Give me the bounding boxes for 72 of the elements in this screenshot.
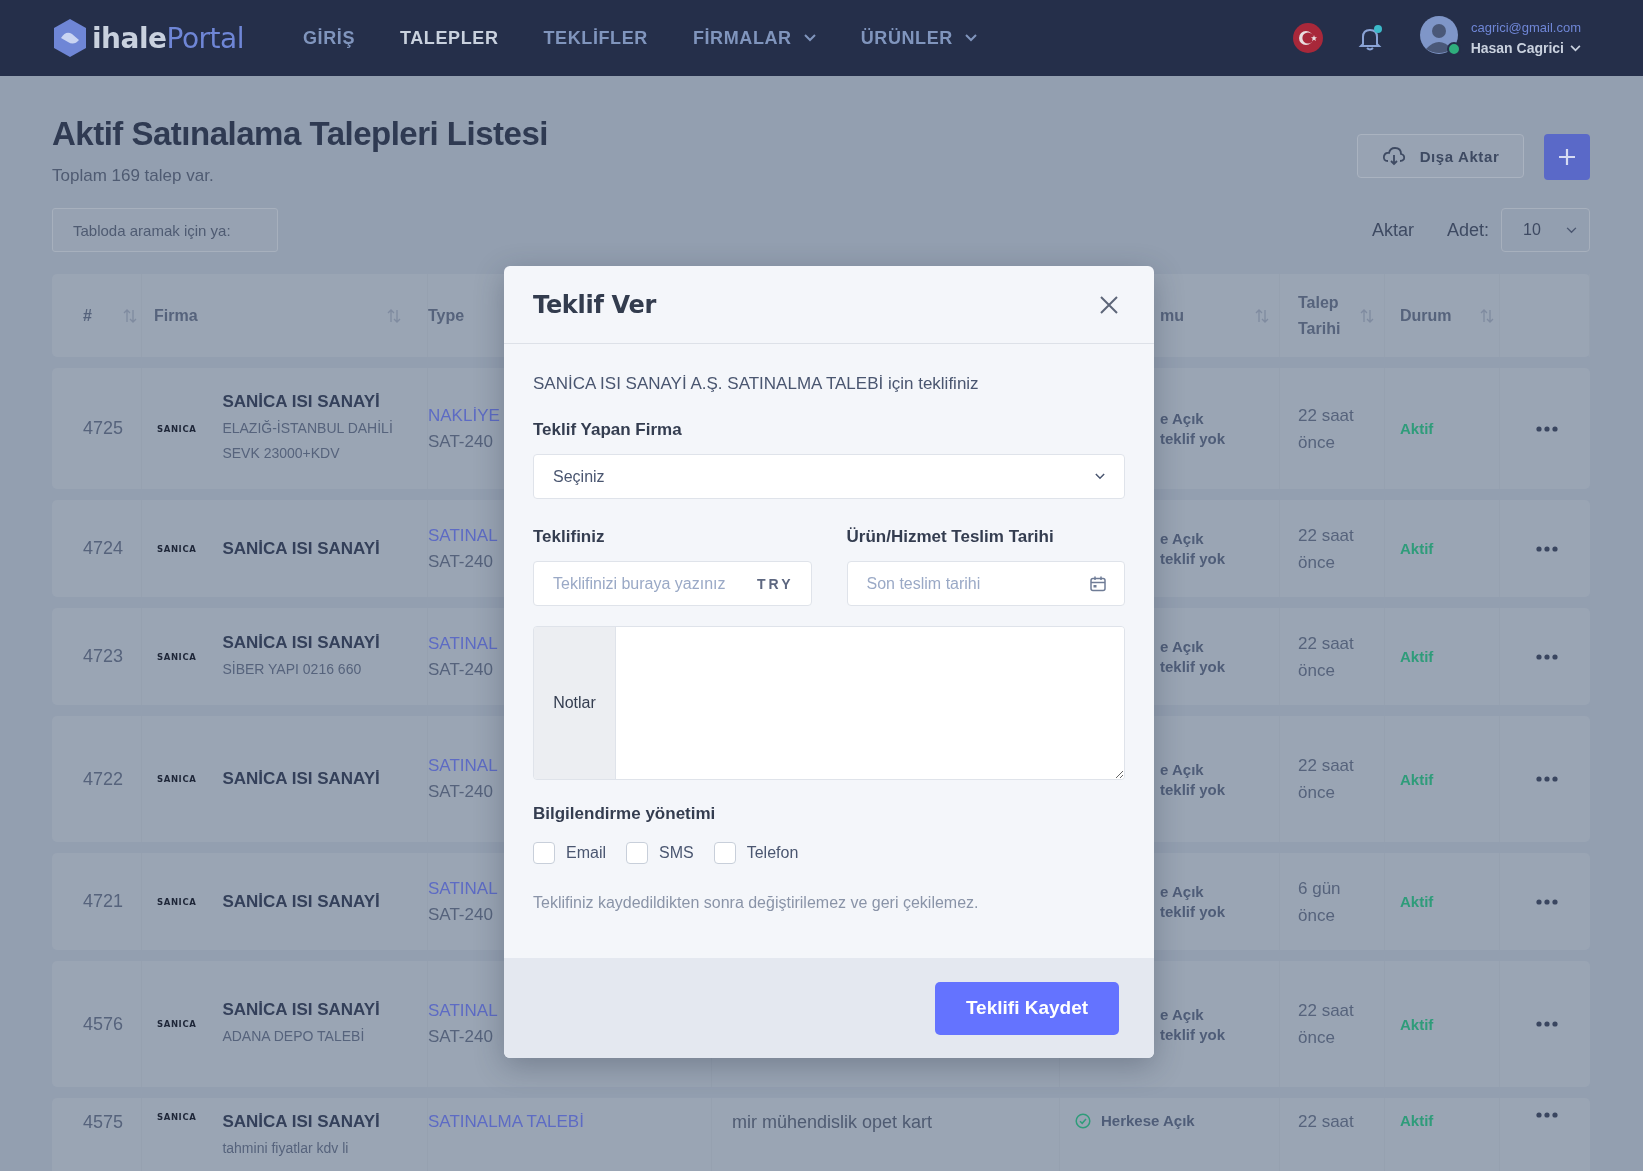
company-name: SANİCA ISI SANAYİ [222, 891, 381, 912]
company-logo: SANICA [157, 1112, 197, 1123]
dialog-title: Teklif Ver [533, 290, 657, 319]
request-code: SAT-240 [428, 659, 493, 680]
company-logo: SANICA [157, 651, 197, 662]
request-count: Toplam 169 talep var. [52, 166, 215, 187]
currency-label: TRY [757, 575, 794, 592]
offer-status: e Açık [1160, 1005, 1204, 1023]
offer-status: e Açık [1160, 410, 1204, 428]
offer-status: teklif yok [1160, 1025, 1226, 1043]
field-label: Teklifiniz [533, 527, 606, 547]
company-logo: SANICA [157, 423, 197, 434]
status-text: Aktif [1400, 420, 1434, 438]
user-email: cagrici@gmail.com [1471, 20, 1581, 35]
table-cell: 4575 [83, 1112, 124, 1134]
request-description: mir mühendislik opet kart [732, 1112, 933, 1134]
request-date: 22 saat önce [1298, 524, 1355, 574]
request-date: 22 saat önce [1298, 1000, 1355, 1050]
offer-status: e Açık [1160, 760, 1204, 778]
table-cell: 4724 [83, 538, 124, 560]
request-date: 22 saat önce [1298, 404, 1355, 454]
offer-status: teklif yok [1160, 658, 1226, 676]
offer-status: teklif yok [1160, 430, 1226, 448]
offer-status: teklif yok [1160, 550, 1226, 568]
status-text: Aktif [1400, 770, 1434, 788]
request-date: 22 saat [1298, 1111, 1355, 1134]
status-text: Aktif [1400, 893, 1434, 911]
request-note: ELAZIĞ-İSTANBUL DAHİLİ SEVK 23000+KDV [222, 419, 394, 463]
company-name: SANİCA ISI SANAYİ [222, 392, 381, 413]
table-cell: 4722 [83, 768, 124, 790]
request-code: SAT-240 [428, 904, 493, 925]
dialog-intro: SANİCA ISI SANAYİ A.Ş. SATINALMA TALEBİ için teklifiniz [533, 374, 980, 394]
offer-status: e Açık [1160, 530, 1204, 548]
field-label: Teklif Yapan Firma [533, 420, 683, 440]
company-logo: SANICA [157, 1019, 197, 1030]
request-code: SAT-240 [428, 1027, 493, 1048]
table-cell: 4723 [83, 646, 124, 668]
status-text: Aktif [1400, 648, 1434, 666]
request-date: 6 gün önce [1298, 877, 1342, 927]
company-logo: SANICA [157, 774, 197, 785]
company-logo: SANICA [157, 543, 197, 554]
request-code: SAT-240 [428, 431, 493, 452]
table-cell: 4576 [83, 1013, 124, 1035]
offer-status: teklif yok [1160, 903, 1226, 921]
offer-status: e Açık [1160, 883, 1204, 901]
company-name: SANİCA ISI SANAYİ [222, 1000, 381, 1021]
request-note: ADANA DEPO TALEBİ [222, 1027, 366, 1047]
table-cell: 4721 [83, 891, 124, 913]
request-code: SAT-240 [428, 551, 493, 572]
company-name: SANİCA ISI SANAYİ [222, 538, 381, 559]
request-note: tahmini fiyatlar kdv li [222, 1139, 350, 1159]
company-name: SANİCA ISI SANAYİ [222, 1112, 381, 1133]
status-text: Aktif [1400, 1015, 1434, 1033]
company-name: SANİCA ISI SANAYİ [222, 769, 381, 790]
offer-status: Herkese Açık [1101, 1112, 1195, 1130]
status-text: Aktif [1400, 540, 1434, 558]
offer-status: teklif yok [1160, 780, 1226, 798]
warning-text: Teklifiniz kaydedildikten sonra değiştirilemez ve geri çekilemez. [533, 894, 980, 912]
request-note: SİBER YAPI 0216 660 [222, 659, 363, 679]
request-code: SAT-240 [428, 782, 493, 803]
table-cell: 4725 [83, 418, 124, 440]
status-text: Aktif [1400, 1112, 1434, 1130]
count-label: Adet: [1446, 219, 1489, 241]
request-date: 22 saat önce [1298, 755, 1355, 805]
company-logo: SANICA [157, 896, 197, 907]
company-name: SANİCA ISI SANAYİ [222, 632, 381, 653]
aktar-label: Aktar [1371, 219, 1414, 241]
field-label: Ürün/Hizmet Teslim Tarihi [846, 527, 1055, 547]
section-label: Bilgilendirme yönetimi [533, 804, 717, 824]
request-date: 22 saat önce [1298, 632, 1355, 682]
offer-status: e Açık [1160, 638, 1204, 656]
page-title: Aktif Satınalama Talepleri Listesi [52, 116, 548, 153]
